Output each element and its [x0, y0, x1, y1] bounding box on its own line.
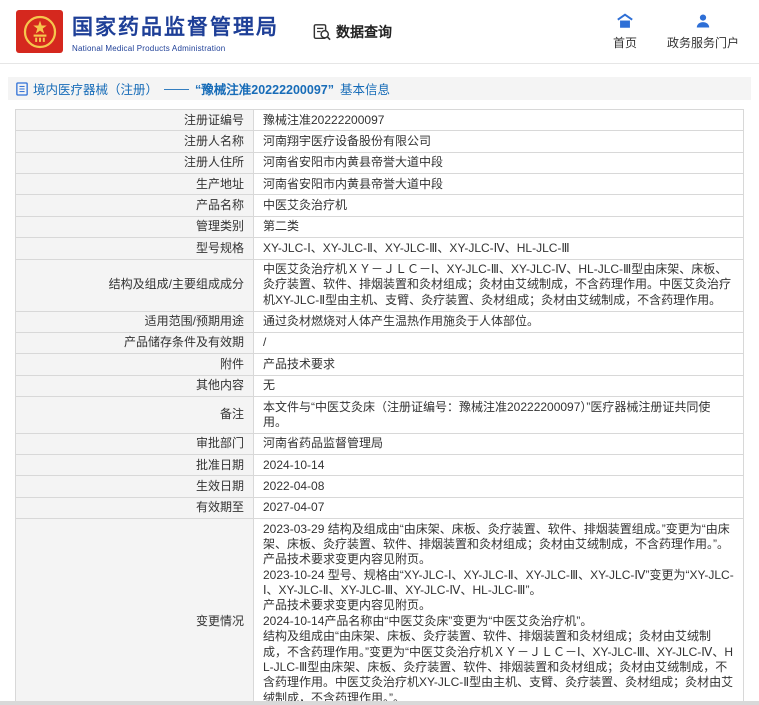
nmpa-logo	[16, 10, 63, 53]
field-value: XY-JLC-Ⅰ、XY-JLC-Ⅱ、XY-JLC-Ⅲ、XY-JLC-Ⅳ、HL-J…	[253, 237, 744, 260]
field-label: 变更情况	[15, 518, 254, 705]
breadcrumb: 境内医疗器械（注册） —— “豫械注准20222200097” 基本信息	[8, 77, 751, 100]
field-label: 生效日期	[15, 475, 254, 498]
field-label: 产品储存条件及有效期	[15, 331, 254, 355]
field-label: 适用范围/预期用途	[15, 310, 254, 333]
field-value: 2024-10-14	[253, 454, 744, 477]
field-value: 通过灸材燃烧对人体产生温热作用施灸于人体部位。	[253, 310, 744, 333]
agency-titles: 国家药品监督管理局 National Medical Products Admi…	[72, 11, 279, 53]
field-value: 豫械注准20222200097	[253, 108, 744, 132]
breadcrumb-separator: ——	[164, 81, 190, 96]
field-value: 第二类	[253, 215, 744, 239]
registration-info-table: 注册证编号 豫械注准20222200097 注册人名称 河南翔宇医疗设备股份有限…	[15, 108, 744, 705]
breadcrumb-category[interactable]: 境内医疗器械（注册）	[33, 79, 158, 98]
table-row: 审批部门 河南省药品监督管理局	[15, 432, 744, 456]
field-value: 本文件与“中医艾灸床（注册证编号：豫械注准20222200097）”医疗器械注册…	[253, 396, 744, 434]
field-value: 2022-04-08	[253, 475, 744, 498]
field-value: 河南省安阳市内黄县帝誉大道中段	[253, 151, 744, 175]
field-label: 批准日期	[15, 454, 254, 477]
table-row: 备注 本文件与“中医艾灸床（注册证编号：豫械注准20222200097）”医疗器…	[15, 396, 744, 434]
table-row: 产品储存条件及有效期 /	[15, 331, 744, 355]
field-label: 结构及组成/主要组成成分	[15, 258, 254, 312]
field-label: 其他内容	[15, 374, 254, 398]
table-row: 注册证编号 豫械注准20222200097	[15, 108, 744, 132]
field-value: 河南省药品监督管理局	[253, 432, 744, 456]
field-label: 附件	[15, 353, 254, 376]
table-row: 生产地址 河南省安阳市内黄县帝誉大道中段	[15, 173, 744, 196]
field-value: 无	[253, 374, 744, 398]
table-row: 附件 产品技术要求	[15, 353, 744, 376]
field-value: 2027-04-07	[253, 496, 744, 520]
field-value: 2023-03-29 结构及组成由“由床架、床板、灸疗装置、软件、排烟装置组成。…	[253, 518, 744, 705]
field-label: 有效期至	[15, 496, 254, 520]
table-row: 注册人住所 河南省安阳市内黄县帝誉大道中段	[15, 151, 744, 175]
nav-portal-label: 政务服务门户	[666, 35, 739, 50]
table-row: 变更情况 2023-03-29 结构及组成由“由床架、床板、灸疗装置、软件、排烟…	[15, 518, 744, 705]
table-row: 型号规格 XY-JLC-Ⅰ、XY-JLC-Ⅱ、XY-JLC-Ⅲ、XY-JLC-Ⅳ…	[15, 237, 744, 260]
field-value: 中医艾灸治疗机ＸＹ－ＪＬＣ－Ⅰ、XY-JLC-Ⅲ、XY-JLC-Ⅳ、HL-JLC…	[253, 258, 744, 312]
data-query-label: 数据查询	[336, 23, 392, 40]
field-label: 备注	[15, 396, 254, 434]
breadcrumb-title: 基本信息	[340, 83, 391, 97]
home-icon	[616, 12, 634, 30]
field-value: 产品技术要求	[253, 353, 744, 376]
field-label: 型号规格	[15, 237, 254, 260]
data-query-tab[interactable]: 数据查询	[313, 22, 392, 42]
field-value: 中医艾灸治疗机	[253, 194, 744, 217]
field-value: /	[253, 331, 744, 355]
nav-home-label: 首页	[612, 35, 637, 50]
agency-title: 国家药品监督管理局	[72, 15, 279, 39]
table-row: 其他内容 无	[15, 374, 744, 398]
footer-divider	[0, 701, 759, 705]
table-row: 有效期至 2027-04-07	[15, 496, 744, 520]
field-label: 注册人名称	[15, 130, 254, 153]
search-document-icon	[313, 23, 331, 41]
person-icon	[695, 13, 711, 30]
table-row: 批准日期 2024-10-14	[15, 454, 744, 477]
agency-subtitle: National Medical Products Administration	[72, 43, 226, 53]
nav-portal[interactable]: 政务服务门户	[667, 13, 739, 51]
table-row: 管理类别 第二类	[15, 215, 744, 239]
nav-home[interactable]: 首页	[612, 12, 637, 51]
site-header: 国家药品监督管理局 National Medical Products Admi…	[0, 0, 759, 64]
field-label: 审批部门	[15, 432, 254, 456]
field-label: 产品名称	[15, 194, 254, 217]
field-label: 注册证编号	[15, 108, 254, 132]
table-row: 生效日期 2022-04-08	[15, 475, 744, 498]
breadcrumb-cert-no: “豫械注准20222200097”	[195, 83, 334, 97]
table-row: 结构及组成/主要组成成分 中医艾灸治疗机ＸＹ－ＪＬＣ－Ⅰ、XY-JLC-Ⅲ、XY…	[15, 258, 744, 312]
table-row: 注册人名称 河南翔宇医疗设备股份有限公司	[15, 130, 744, 153]
header-nav: 首页 政务服务门户	[612, 12, 745, 51]
national-emblem-icon	[23, 15, 56, 48]
table-row: 产品名称 中医艾灸治疗机	[15, 194, 744, 217]
document-icon	[16, 81, 28, 96]
field-value: 河南翔宇医疗设备股份有限公司	[253, 130, 744, 153]
field-label: 管理类别	[15, 215, 254, 239]
field-label: 生产地址	[15, 173, 254, 196]
table-row: 适用范围/预期用途 通过灸材燃烧对人体产生温热作用施灸于人体部位。	[15, 310, 744, 333]
field-value: 河南省安阳市内黄县帝誉大道中段	[253, 173, 744, 196]
field-label: 注册人住所	[15, 151, 254, 175]
